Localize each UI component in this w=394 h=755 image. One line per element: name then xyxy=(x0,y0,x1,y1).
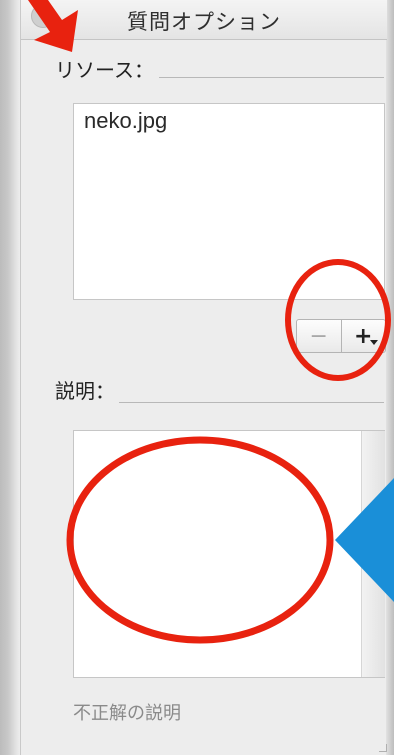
chevron-down-icon xyxy=(370,340,378,345)
add-resource-button[interactable]: + xyxy=(342,320,386,352)
title-bar: 質問オプション xyxy=(21,0,387,40)
remove-resource-button[interactable]: − xyxy=(297,320,342,352)
description-textarea[interactable] xyxy=(73,430,385,678)
resources-separator xyxy=(159,77,384,78)
question-options-panel: 質問オプション リソース： neko.jpg − + 説明： 不正解の説明 xyxy=(20,0,387,755)
resize-handle[interactable] xyxy=(379,744,387,752)
list-item[interactable]: neko.jpg xyxy=(84,108,167,134)
window-shadow-edge xyxy=(386,0,394,755)
resource-list[interactable]: neko.jpg xyxy=(73,103,385,300)
resource-add-remove-control: − + xyxy=(296,319,386,353)
description-separator xyxy=(119,402,384,403)
window-title: 質問オプション xyxy=(127,10,281,34)
incorrect-description-field[interactable]: 不正解の説明 xyxy=(73,699,181,725)
description-scrollbar[interactable] xyxy=(361,431,385,677)
background-window-edge xyxy=(0,0,20,755)
description-label: 説明： xyxy=(55,379,115,403)
resources-label: リソース： xyxy=(55,58,154,82)
